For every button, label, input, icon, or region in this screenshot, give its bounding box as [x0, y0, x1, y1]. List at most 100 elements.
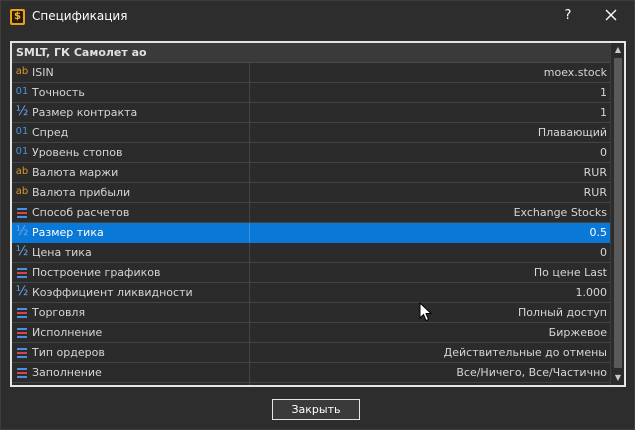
property-value-cell[interactable]: 0	[251, 243, 610, 262]
property-value: 1.000	[575, 286, 608, 299]
table-row[interactable]: ½ Размер контракта 1	[12, 103, 610, 123]
enum-type-icon	[15, 367, 29, 381]
property-value-cell[interactable]: Exchange Stocks	[251, 203, 610, 222]
table-row[interactable]: Исполнение Биржевое	[12, 323, 610, 343]
app-icon: $	[10, 9, 25, 25]
property-name: Валюта прибыли	[32, 186, 131, 199]
property-value-cell[interactable]: RUR	[251, 163, 610, 182]
property-name-cell[interactable]	[12, 383, 250, 385]
scroll-down-arrow-icon[interactable]: ▼	[611, 371, 624, 385]
property-value-cell[interactable]: Плавающий	[251, 123, 610, 142]
table-row[interactable]: Заполнение Все/Ничего, Все/Частично	[12, 363, 610, 383]
property-value-cell[interactable]: Действительные до отмены	[251, 343, 610, 362]
text-type-icon: ab	[15, 66, 29, 77]
integer-type-icon: 01	[15, 126, 29, 137]
property-value-cell[interactable]: Биржевое	[251, 323, 610, 342]
property-name-cell[interactable]: ab Валюта маржи	[12, 163, 250, 182]
property-name-cell[interactable]: ab Валюта прибыли	[12, 183, 250, 202]
property-name-cell[interactable]: Построение графиков	[12, 263, 250, 282]
property-value: 1	[600, 106, 607, 119]
property-value-cell[interactable]: 0.5	[251, 223, 610, 242]
table-row[interactable]: ½ Цена тика 0	[12, 243, 610, 263]
property-name: Коэффициент ликвидности	[32, 286, 193, 299]
enum-type-icon	[15, 347, 29, 361]
table-row[interactable]: Способ расчетов Exchange Stocks	[12, 203, 610, 223]
property-name-cell[interactable]: Торговля	[12, 303, 250, 322]
property-value-cell[interactable]: По цене Last	[251, 263, 610, 282]
property-name: Валюта маржи	[32, 166, 119, 179]
table-row[interactable]: ab Валюта маржи RUR	[12, 163, 610, 183]
enum-type-icon	[15, 207, 29, 221]
mouse-cursor-icon	[419, 302, 433, 322]
integer-type-icon: 01	[15, 86, 29, 97]
table-row[interactable]: 01 Уровень стопов 0	[12, 143, 610, 163]
property-name-cell[interactable]: ab ISIN	[12, 63, 250, 82]
table-row[interactable]: ab ISIN moex.stock	[12, 63, 610, 83]
scroll-up-arrow-icon[interactable]: ▲	[611, 43, 624, 57]
table-row[interactable]: 01 Спред Плавающий	[12, 123, 610, 143]
property-value: По цене Last	[533, 266, 607, 279]
table-row[interactable]: ½ Размер тика 0.5	[12, 223, 610, 243]
property-name: Размер контракта	[32, 106, 138, 119]
titlebar: $ Спецификация ?	[1, 1, 634, 33]
enum-type-icon	[15, 267, 29, 281]
property-value-cell[interactable]: RUR	[251, 183, 610, 202]
property-name: Заполнение	[32, 366, 102, 379]
table-row[interactable]: 01 Точность 1	[12, 83, 610, 103]
property-name-cell[interactable]: ½ Размер контракта	[12, 103, 250, 122]
grid-header: SMLT, ГК Самолет ао	[12, 43, 610, 63]
property-value-cell[interactable]: 1.000	[251, 283, 610, 302]
property-value: Все/Ничего, Все/Частично	[456, 366, 607, 379]
property-name: Исполнение	[32, 326, 103, 339]
property-name: Способ расчетов	[32, 206, 130, 219]
table-row[interactable]: Построение графиков По цене Last	[12, 263, 610, 283]
property-name-cell[interactable]: 01 Спред	[12, 123, 250, 142]
close-icon	[605, 9, 617, 21]
property-value-cell[interactable]	[251, 383, 610, 385]
property-name-cell[interactable]: Тип ордеров	[12, 343, 250, 362]
property-value-cell[interactable]: moex.stock	[251, 63, 610, 82]
table-row[interactable]	[12, 383, 610, 385]
property-value-cell[interactable]: 0	[251, 143, 610, 162]
property-value-cell[interactable]: 1	[251, 103, 610, 122]
property-name-cell[interactable]: ½ Размер тика	[12, 223, 250, 242]
property-name: Построение графиков	[32, 266, 161, 279]
window-title: Спецификация	[32, 9, 128, 23]
property-value-cell[interactable]: 1	[251, 83, 610, 102]
property-name-cell[interactable]: ½ Цена тика	[12, 243, 250, 262]
close-window-button[interactable]	[599, 5, 623, 27]
enum-type-icon	[15, 307, 29, 321]
property-name-cell[interactable]: Заполнение	[12, 363, 250, 382]
table-row[interactable]: Торговля Полный доступ	[12, 303, 610, 323]
property-name: Спред	[32, 126, 69, 139]
table-row[interactable]: ab Валюта прибыли RUR	[12, 183, 610, 203]
property-name-cell[interactable]: Исполнение	[12, 323, 250, 342]
property-value: Плавающий	[537, 126, 607, 139]
vertical-scrollbar[interactable]: ▲ ▼	[610, 43, 624, 385]
property-name: Точность	[32, 86, 85, 99]
fraction-type-icon: ½	[15, 284, 29, 299]
property-name: Цена тика	[32, 246, 92, 259]
property-value: RUR	[583, 166, 607, 179]
dollar-icon: $	[12, 11, 23, 23]
fraction-type-icon: ½	[15, 244, 29, 259]
help-button[interactable]: ?	[558, 5, 578, 27]
property-name: Торговля	[32, 306, 86, 319]
symbol-title: SMLT, ГК Самолет ао	[16, 46, 147, 59]
scroll-thumb[interactable]	[614, 58, 622, 368]
property-name-cell[interactable]: 01 Уровень стопов	[12, 143, 250, 162]
property-value: moex.stock	[543, 66, 607, 79]
property-name-cell[interactable]: Способ расчетов	[12, 203, 250, 222]
table-row[interactable]: ½ Коэффициент ликвидности 1.000	[12, 283, 610, 303]
property-rows: ab ISIN moex.stock 01 Точность 1 ½ Размер контр…	[12, 63, 610, 385]
property-name: ISIN	[32, 66, 54, 79]
property-value: Exchange Stocks	[513, 206, 607, 219]
property-value: Действительные до отмены	[443, 346, 607, 359]
property-name-cell[interactable]: ½ Коэффициент ликвидности	[12, 283, 250, 302]
enum-type-icon	[15, 327, 29, 341]
property-value: 0	[600, 246, 607, 259]
property-name-cell[interactable]: 01 Точность	[12, 83, 250, 102]
table-row[interactable]: Тип ордеров Действительные до отмены	[12, 343, 610, 363]
property-value-cell[interactable]: Все/Ничего, Все/Частично	[251, 363, 610, 382]
close-button[interactable]: Закрыть	[272, 399, 360, 420]
